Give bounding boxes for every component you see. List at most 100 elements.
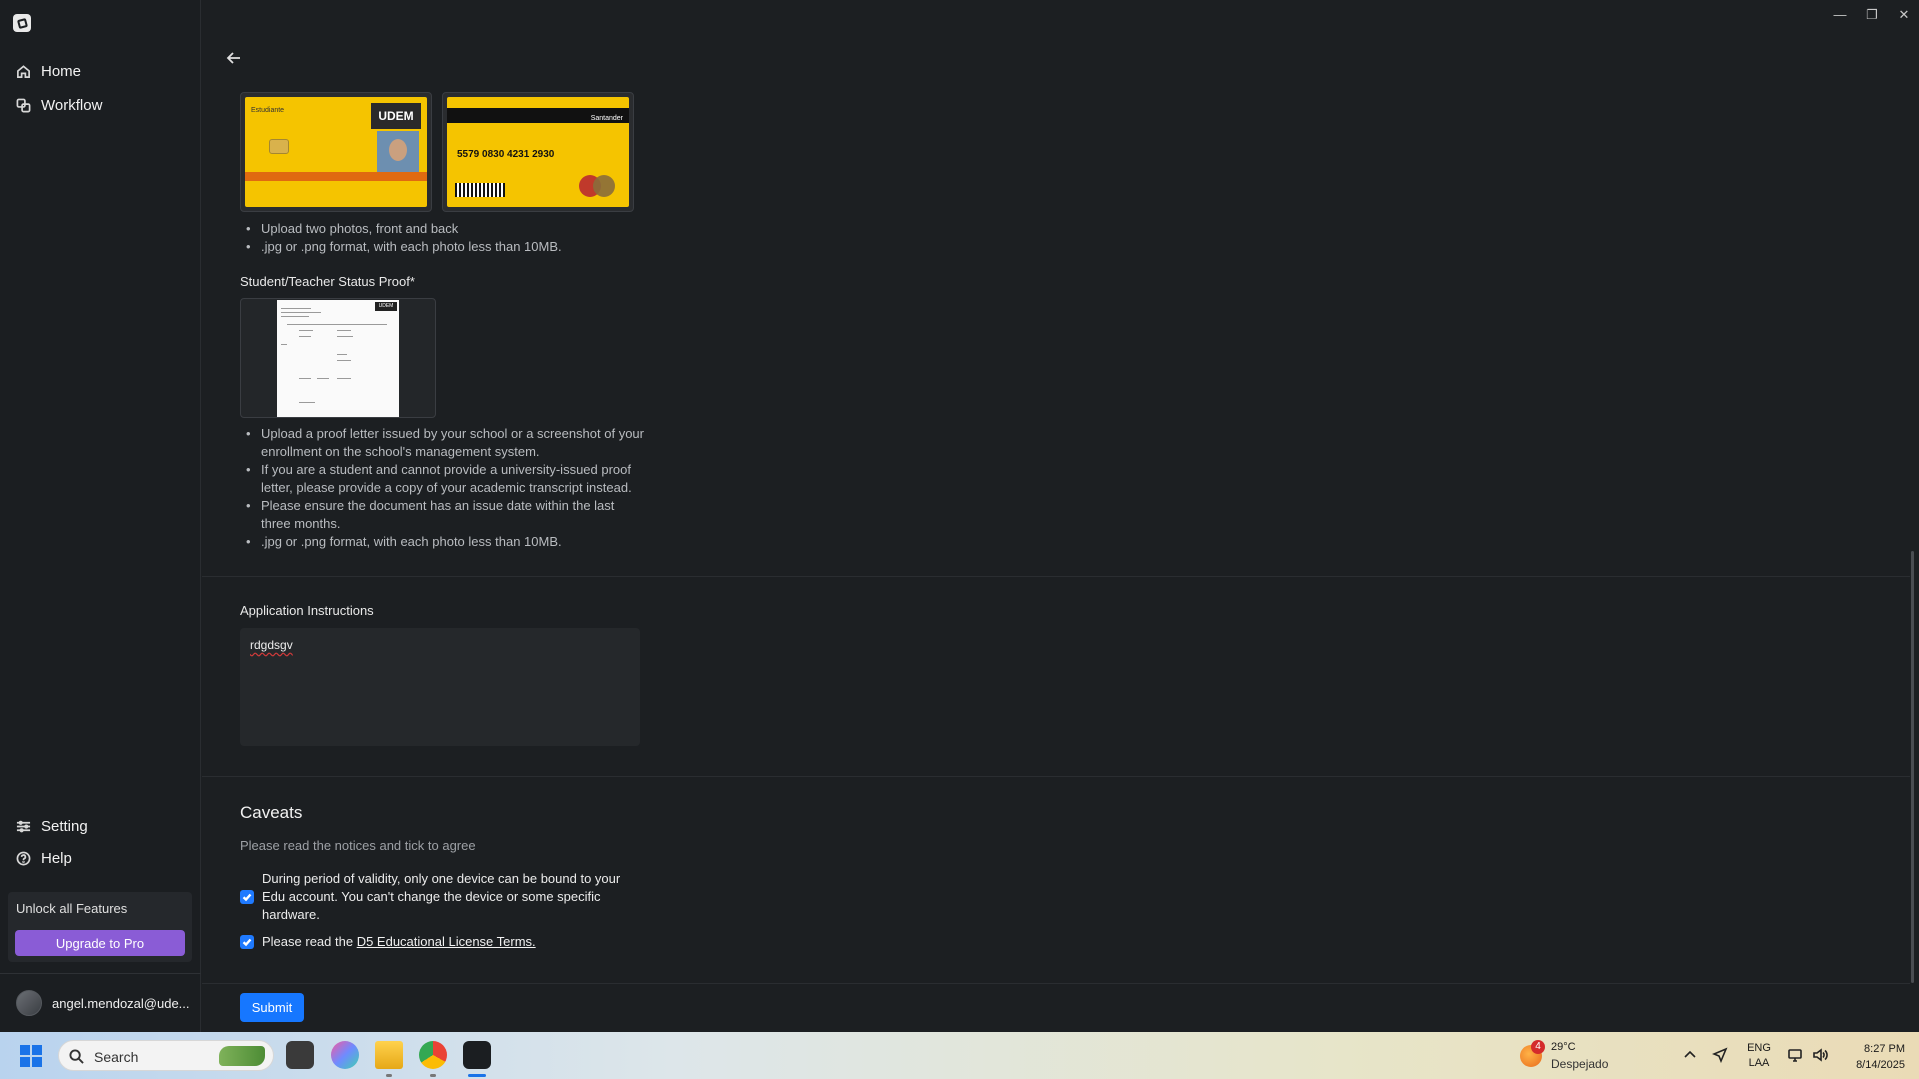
proof-document-image: UDEM — [277, 300, 399, 417]
taskbar-search[interactable]: Search — [58, 1040, 274, 1071]
back-button[interactable] — [226, 50, 242, 66]
caveat-item-terms: Please read the D5 Educational License T… — [240, 933, 640, 951]
doc-line — [337, 330, 351, 331]
weather-temperature: 29°C — [1551, 1041, 1576, 1053]
caveats-subtitle: Please read the notices and tick to agre… — [240, 838, 476, 853]
caveat-text: During period of validity, only one devi… — [262, 871, 621, 922]
home-icon — [17, 65, 30, 78]
status-proof-label: Student/Teacher Status Proof* — [240, 274, 415, 289]
user-account[interactable]: angel.mendozal@ude... — [16, 990, 190, 1016]
doc-line — [337, 336, 353, 337]
instructions-label: Application Instructions — [240, 603, 374, 618]
unlock-text: Unlock all Features — [16, 901, 128, 916]
sidebar-item-label: Home — [41, 63, 82, 80]
caveats-title: Caveats — [240, 803, 303, 822]
d5-app-icon[interactable] — [463, 1041, 491, 1069]
list-item: .jpg or .png format, with each photo les… — [244, 238, 644, 256]
mastercard-icon — [579, 175, 617, 197]
card-front-label: Estudiante — [251, 107, 285, 114]
language-line-1[interactable]: ENG — [1745, 1042, 1773, 1054]
list-item: Upload a proof letter issued by your sch… — [244, 425, 644, 461]
running-indicator — [386, 1074, 392, 1077]
card-stripe — [245, 171, 427, 181]
status-proof-hints: Upload a proof letter issued by your sch… — [244, 425, 644, 551]
search-highlight-icon — [219, 1046, 265, 1066]
restore-button[interactable]: ❐ — [1865, 8, 1879, 22]
arrow-left-icon — [226, 52, 240, 64]
doc-line — [299, 402, 315, 403]
sidebar-item-workflow[interactable]: Workflow — [16, 97, 102, 114]
doc-line — [317, 378, 329, 379]
weather-badge: 4 — [1531, 1040, 1545, 1054]
sidebar-item-label: Help — [41, 850, 72, 867]
sidebar: Home Workflow Setting Help Unlock all Fe… — [0, 0, 201, 1032]
list-item: Please ensure the document has an issue … — [244, 497, 644, 533]
instructions-text: rdgdsgv — [250, 638, 293, 652]
sidebar-item-label: Setting — [41, 818, 88, 835]
section-divider — [202, 576, 1910, 577]
id-card-front-thumbnail[interactable]: Estudiante UDEM — [240, 92, 432, 212]
doc-badge: UDEM — [375, 302, 397, 311]
check-icon — [242, 893, 252, 902]
doc-line — [281, 344, 287, 345]
scrollbar[interactable] — [1911, 551, 1914, 983]
section-divider — [202, 776, 1910, 777]
license-terms-link[interactable]: D5 Educational License Terms. — [357, 934, 536, 949]
sidebar-divider — [0, 973, 201, 974]
upgrade-panel: Unlock all Features Upgrade to Pro — [8, 892, 192, 962]
help-icon — [16, 851, 31, 866]
instructions-textarea[interactable]: rdgdsgv — [240, 628, 640, 746]
sidebar-item-label: Workflow — [41, 97, 103, 114]
upgrade-to-pro-button[interactable]: Upgrade to Pro — [15, 930, 185, 956]
search-placeholder: Search — [94, 1049, 139, 1065]
location-icon[interactable] — [1711, 1047, 1728, 1064]
taskbar-clock[interactable]: 8:27 PM 8/14/2025 — [1835, 1041, 1905, 1073]
list-item: .jpg or .png format, with each photo les… — [244, 533, 644, 551]
section-divider — [202, 983, 1910, 984]
caveat-text: Please read the — [262, 934, 357, 949]
close-button[interactable]: ✕ — [1897, 8, 1911, 22]
id-card-back-thumbnail[interactable]: Santander 5579 0830 4231 2930 — [442, 92, 634, 212]
minimize-button[interactable]: — — [1833, 8, 1847, 22]
card-number: 5579 0830 4231 2930 — [457, 149, 555, 160]
id-card-front-image: Estudiante UDEM — [245, 97, 427, 207]
submit-button[interactable]: Submit — [240, 993, 304, 1022]
doc-line — [287, 324, 387, 325]
volume-icon[interactable] — [1812, 1047, 1828, 1063]
card-brand: Santander — [590, 115, 623, 122]
check-icon — [242, 938, 252, 947]
language-line-2[interactable]: LAA — [1745, 1057, 1773, 1069]
sidebar-item-home[interactable]: Home — [16, 63, 81, 80]
doc-line — [299, 336, 311, 337]
copilot-icon[interactable] — [331, 1041, 359, 1069]
active-indicator — [468, 1074, 486, 1077]
doc-line — [299, 378, 311, 379]
agree-terms-checkbox[interactable] — [240, 935, 254, 949]
card-logo: UDEM — [371, 103, 421, 129]
agree-device-checkbox[interactable] — [240, 890, 254, 904]
status-proof-thumbnail[interactable]: UDEM — [240, 298, 436, 418]
weather-description: Despejado — [1551, 1057, 1609, 1071]
chrome-icon[interactable] — [419, 1041, 447, 1069]
running-indicator — [430, 1074, 436, 1077]
file-explorer-icon[interactable] — [375, 1041, 403, 1069]
avatar — [16, 990, 42, 1016]
clock-date: 8/14/2025 — [1856, 1059, 1905, 1071]
doc-line — [281, 312, 321, 313]
windows-start-icon[interactable] — [20, 1045, 42, 1067]
app-logo-icon[interactable] — [13, 14, 31, 32]
task-view-icon[interactable] — [286, 1041, 314, 1069]
network-icon[interactable] — [1787, 1047, 1803, 1063]
search-icon — [69, 1049, 84, 1064]
id-card-hints: Upload two photos, front and back .jpg o… — [244, 220, 644, 256]
doc-line — [281, 316, 309, 317]
chevron-up-icon[interactable] — [1682, 1047, 1698, 1063]
doc-line — [281, 308, 311, 309]
sidebar-item-help[interactable]: Help — [16, 850, 72, 867]
doc-line — [337, 360, 351, 361]
doc-line — [337, 378, 351, 379]
sliders-icon — [16, 820, 31, 833]
list-item: Upload two photos, front and back — [244, 220, 644, 238]
sidebar-item-setting[interactable]: Setting — [16, 818, 88, 835]
doc-line — [299, 330, 313, 331]
